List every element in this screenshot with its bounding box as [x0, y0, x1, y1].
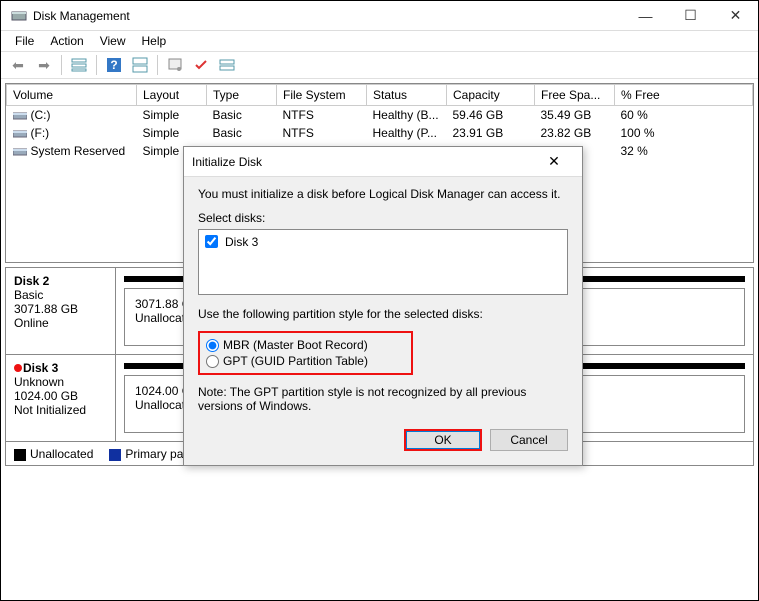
nav-forward-button[interactable]: ➡ [33, 54, 55, 76]
legend-unallocated: Unallocated [30, 447, 93, 461]
view-list-button[interactable] [68, 54, 90, 76]
partition-style-label: Use the following partition style for th… [198, 307, 568, 321]
volume-pctfree: 100 % [615, 124, 753, 142]
legend-swatch-unallocated [14, 449, 26, 461]
volume-fs: NTFS [277, 124, 367, 142]
col-layout[interactable]: Layout [137, 85, 207, 106]
dialog-message: You must initialize a disk before Logica… [198, 187, 568, 201]
properties-button[interactable] [164, 54, 186, 76]
toolbar-separator [96, 55, 97, 75]
volume-free: 23.82 GB [535, 124, 615, 142]
error-icon [14, 364, 22, 372]
select-disks-list[interactable]: Disk 3 [198, 229, 568, 295]
initialize-disk-dialog: Initialize Disk ✕ You must initialize a … [183, 146, 583, 466]
volume-free: 35.49 GB [535, 106, 615, 125]
toolbar: ⬅ ➡ ? [1, 51, 758, 79]
radio-mbr[interactable] [206, 339, 219, 352]
col-volume[interactable]: Volume [7, 85, 137, 106]
app-icon [11, 8, 27, 24]
volume-name: System Reserved [31, 144, 126, 158]
legend-swatch-primary [109, 449, 121, 461]
radio-mbr-label: MBR (Master Boot Record) [223, 338, 368, 352]
disk-title: Disk 3 [14, 361, 107, 375]
col-filesystem[interactable]: File System [277, 85, 367, 106]
volume-capacity: 23.91 GB [447, 124, 535, 142]
volume-type: Basic [207, 124, 277, 142]
volume-fs: NTFS [277, 106, 367, 125]
radio-mbr-row[interactable]: MBR (Master Boot Record) [206, 337, 405, 353]
toolbar-separator [61, 55, 62, 75]
maximize-button[interactable]: ☐ [668, 1, 713, 30]
volume-name: (C:) [31, 108, 51, 122]
col-freespace[interactable]: Free Spa... [535, 85, 615, 106]
select-disks-label: Select disks: [198, 211, 568, 225]
col-pctfree[interactable]: % Free [615, 85, 753, 106]
volume-icon [13, 147, 27, 157]
menu-view[interactable]: View [92, 32, 134, 50]
menu-action[interactable]: Action [42, 32, 91, 50]
menu-help[interactable]: Help [134, 32, 175, 50]
volume-status: Healthy (P... [367, 124, 447, 142]
radio-gpt-label: GPT (GUID Partition Table) [223, 354, 368, 368]
toolbar-separator [157, 55, 158, 75]
volume-pctfree: 60 % [615, 106, 753, 125]
window-title: Disk Management [33, 9, 623, 23]
ok-button[interactable]: OK [404, 429, 482, 451]
volume-row[interactable]: (F:) Simple Basic NTFS Healthy (P... 23.… [7, 124, 753, 142]
disk-size: 1024.00 GB [14, 389, 107, 403]
window-titlebar: Disk Management — ☐ ✕ [1, 1, 758, 31]
disk-kind: Unknown [14, 375, 107, 389]
volume-icon [13, 111, 27, 121]
volume-pctfree: 32 % [615, 142, 753, 160]
disk-size: 3071.88 GB [14, 302, 107, 316]
dialog-close-button[interactable]: ✕ [534, 153, 574, 170]
check-button[interactable] [190, 54, 212, 76]
disk-state: Online [14, 316, 107, 330]
layout-button[interactable] [129, 54, 151, 76]
volume-icon [13, 129, 27, 139]
disk-list-button[interactable] [216, 54, 238, 76]
disk-info: Disk 2 Basic 3071.88 GB Online [6, 268, 116, 354]
partition-style-group: MBR (Master Boot Record) GPT (GUID Parti… [198, 331, 413, 375]
close-button[interactable]: ✕ [713, 1, 758, 30]
disk-checkbox-row[interactable]: Disk 3 [201, 232, 565, 251]
radio-gpt-row[interactable]: GPT (GUID Partition Table) [206, 353, 405, 369]
disk3-label: Disk 3 [225, 235, 258, 249]
dialog-title: Initialize Disk [192, 155, 262, 169]
volume-layout: Simple [137, 106, 207, 125]
volume-capacity: 59.46 GB [447, 106, 535, 125]
nav-back-button[interactable]: ⬅ [7, 54, 29, 76]
col-type[interactable]: Type [207, 85, 277, 106]
volume-status: Healthy (B... [367, 106, 447, 125]
cancel-button[interactable]: Cancel [490, 429, 568, 451]
volume-name: (F:) [31, 126, 50, 140]
dialog-note: Note: The GPT partition style is not rec… [198, 385, 568, 413]
disk-title: Disk 2 [14, 274, 107, 288]
col-status[interactable]: Status [367, 85, 447, 106]
radio-gpt[interactable] [206, 355, 219, 368]
volume-type: Basic [207, 106, 277, 125]
volume-row[interactable]: (C:) Simple Basic NTFS Healthy (B... 59.… [7, 106, 753, 125]
menu-bar: File Action View Help [1, 31, 758, 51]
minimize-button[interactable]: — [623, 1, 668, 30]
col-capacity[interactable]: Capacity [447, 85, 535, 106]
disk3-checkbox[interactable] [205, 235, 218, 248]
disk-state: Not Initialized [14, 403, 107, 417]
disk-info: Disk 3 Unknown 1024.00 GB Not Initialize… [6, 355, 116, 441]
svg-text:?: ? [110, 58, 117, 72]
menu-file[interactable]: File [7, 32, 42, 50]
disk-kind: Basic [14, 288, 107, 302]
help-button[interactable]: ? [103, 54, 125, 76]
volume-layout: Simple [137, 124, 207, 142]
